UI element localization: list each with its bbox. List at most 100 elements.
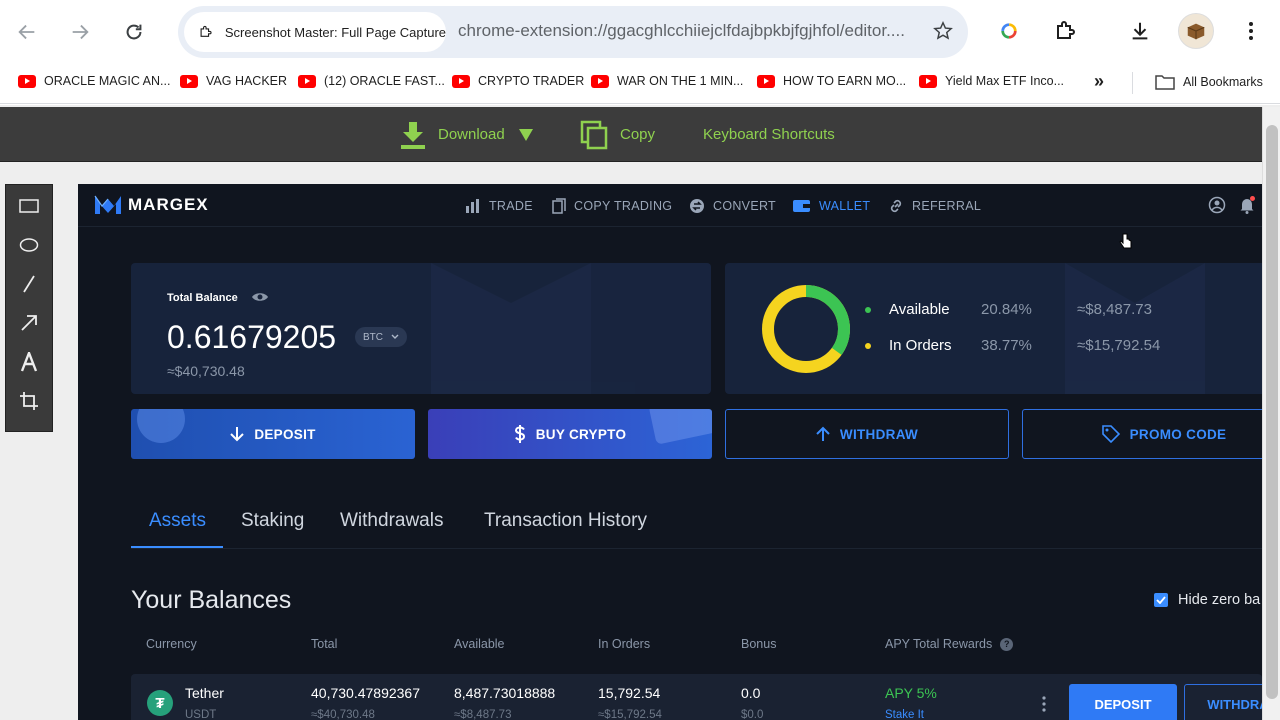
help-icon[interactable]: ?	[1000, 637, 1014, 651]
arrow-tool[interactable]	[6, 304, 52, 342]
row-withdraw-button[interactable]: WITHDRA	[1184, 684, 1262, 720]
stake-it-link[interactable]: Stake It	[885, 709, 924, 720]
editor-toolbar: Download Copy Keyboard Shortcuts	[0, 107, 1262, 162]
copy-button[interactable]: Copy	[580, 107, 655, 162]
bookmark-item[interactable]: ORACLE MAGIC AN...	[18, 74, 170, 88]
buy-crypto-button[interactable]: BUY CRYPTO	[428, 409, 712, 459]
bookmark-item[interactable]: CRYPTO TRADER	[452, 74, 584, 88]
nav-convert[interactable]: CONVERT	[689, 184, 776, 227]
nav-wallet[interactable]: WALLET	[793, 184, 870, 227]
available-dot	[865, 306, 871, 313]
profile-box-icon	[1187, 23, 1205, 40]
kebab-menu-icon	[1042, 696, 1046, 712]
bookmark-item[interactable]: HOW TO EARN MO...	[757, 74, 906, 88]
all-bookmarks-button[interactable]: All Bookmarks	[1155, 74, 1263, 90]
nav-trade[interactable]: TRADE	[465, 184, 533, 227]
mouse-cursor-icon	[1119, 233, 1132, 249]
reload-button[interactable]	[120, 18, 148, 46]
total-balance-label: Total Balance	[167, 292, 238, 304]
address-bar[interactable]: Screenshot Master: Full Page Capture chr…	[178, 6, 968, 58]
bookmarks-overflow-button[interactable]: »	[1094, 71, 1104, 92]
hide-zero-balances-toggle[interactable]: Hide zero ba	[1154, 592, 1260, 608]
page-scrollbar[interactable]	[1262, 107, 1280, 720]
margex-logo[interactable]: MARGEX	[94, 194, 209, 216]
back-button[interactable]	[13, 18, 41, 46]
row-more-button[interactable]	[1041, 696, 1047, 717]
wallet-icon	[793, 199, 811, 213]
rectangle-icon	[19, 199, 39, 213]
bookmark-item[interactable]: Yield Max ETF Inco...	[919, 74, 1064, 88]
apy-value: APY 5%	[885, 685, 937, 701]
bookmark-item[interactable]: VAG HACKER	[180, 74, 287, 88]
currency-selector[interactable]: BTC	[355, 327, 407, 347]
star-icon	[933, 20, 953, 40]
line-tool[interactable]	[6, 265, 52, 303]
forward-arrow-icon	[72, 24, 89, 40]
in-orders-value: 15,792.54	[598, 685, 661, 701]
extensions-puzzle-icon	[1057, 21, 1075, 39]
notifications-button[interactable]	[1238, 196, 1256, 219]
tab-assets[interactable]: Assets	[149, 510, 206, 532]
promo-code-button[interactable]: PROMO CODE	[1022, 409, 1262, 459]
coin-decoration	[137, 409, 185, 443]
bookmark-item[interactable]: (12) ORACLE FAST...	[298, 74, 445, 88]
kebab-menu-icon	[1249, 22, 1253, 40]
withdraw-button[interactable]: WITHDRAW	[725, 409, 1009, 459]
back-arrow-icon	[18, 24, 35, 40]
link-icon	[888, 198, 904, 214]
in-orders-row: In Orders 38.77% ≈$15,792.54	[865, 337, 1160, 354]
ellipse-tool[interactable]	[6, 226, 52, 264]
download-button[interactable]: Download	[400, 107, 533, 162]
extensions-button[interactable]	[1050, 16, 1080, 46]
nav-copy-trading[interactable]: COPY TRADING	[552, 184, 672, 227]
folder-icon	[1155, 75, 1175, 90]
color-wheel-icon	[1001, 23, 1017, 39]
arrow-icon	[21, 315, 37, 331]
tab-withdrawals[interactable]: Withdrawals	[340, 510, 443, 532]
column-header-apy: APY Total Rewards ?	[885, 637, 1014, 651]
total-balance-usd: ≈$40,730.48	[167, 363, 245, 379]
tab-staking[interactable]: Staking	[241, 510, 304, 532]
keyboard-shortcuts-link[interactable]: Keyboard Shortcuts	[703, 107, 835, 162]
rectangle-tool[interactable]	[6, 187, 52, 225]
bookmark-star-button[interactable]	[932, 20, 954, 47]
forward-button[interactable]	[66, 18, 94, 46]
color-extension-button[interactable]	[994, 16, 1024, 46]
tag-icon	[1101, 425, 1120, 443]
row-deposit-button[interactable]: DEPOSIT	[1069, 684, 1177, 720]
account-button[interactable]	[1208, 196, 1226, 219]
bookmarks-bar: ORACLE MAGIC AN... VAG HACKER (12) ORACL…	[0, 62, 1280, 104]
checkbox-checked-icon[interactable]	[1154, 593, 1168, 607]
downloads-button[interactable]	[1125, 16, 1155, 46]
arrow-down-icon	[230, 426, 245, 442]
column-header-bonus: Bonus	[741, 637, 777, 651]
card-decoration	[649, 409, 712, 444]
dropdown-triangle-icon[interactable]	[518, 128, 533, 141]
in-orders-dot	[865, 342, 871, 349]
scrollbar-thumb[interactable]	[1266, 125, 1278, 699]
crop-tool[interactable]	[6, 382, 52, 420]
youtube-icon	[919, 74, 937, 88]
bookmark-item[interactable]: WAR ON THE 1 MIN...	[591, 74, 743, 88]
browser-menu-button[interactable]	[1236, 16, 1266, 46]
download-icon	[401, 121, 425, 149]
total-usd: ≈$40,730.48	[311, 709, 375, 720]
extension-chip[interactable]: Screenshot Master: Full Page Capture	[184, 12, 446, 52]
profile-avatar[interactable]	[1178, 13, 1214, 49]
column-header-total: Total	[311, 637, 338, 651]
dollar-icon	[514, 425, 526, 443]
tab-transaction-history[interactable]: Transaction History	[484, 510, 647, 532]
available-value: 8,487.73018888	[454, 685, 556, 701]
puzzle-piece-icon	[200, 25, 212, 37]
text-tool[interactable]	[6, 343, 52, 381]
in-orders-usd: ≈$15,792.54	[598, 709, 662, 720]
margex-m-icon	[94, 195, 121, 214]
deposit-button[interactable]: DEPOSIT	[131, 409, 415, 459]
toggle-visibility-button[interactable]	[251, 290, 269, 308]
convert-icon	[689, 198, 705, 214]
margex-app-screenshot: MARGEX TRADE COPY TRADING CONVERT WALLET…	[78, 184, 1262, 720]
nav-referral[interactable]: REFERRAL	[888, 184, 981, 227]
eye-icon	[252, 293, 268, 301]
currency-ticker: USDT	[185, 709, 217, 720]
url-text[interactable]: chrome-extension://ggacghlcchiiejclfdajb…	[458, 21, 928, 41]
